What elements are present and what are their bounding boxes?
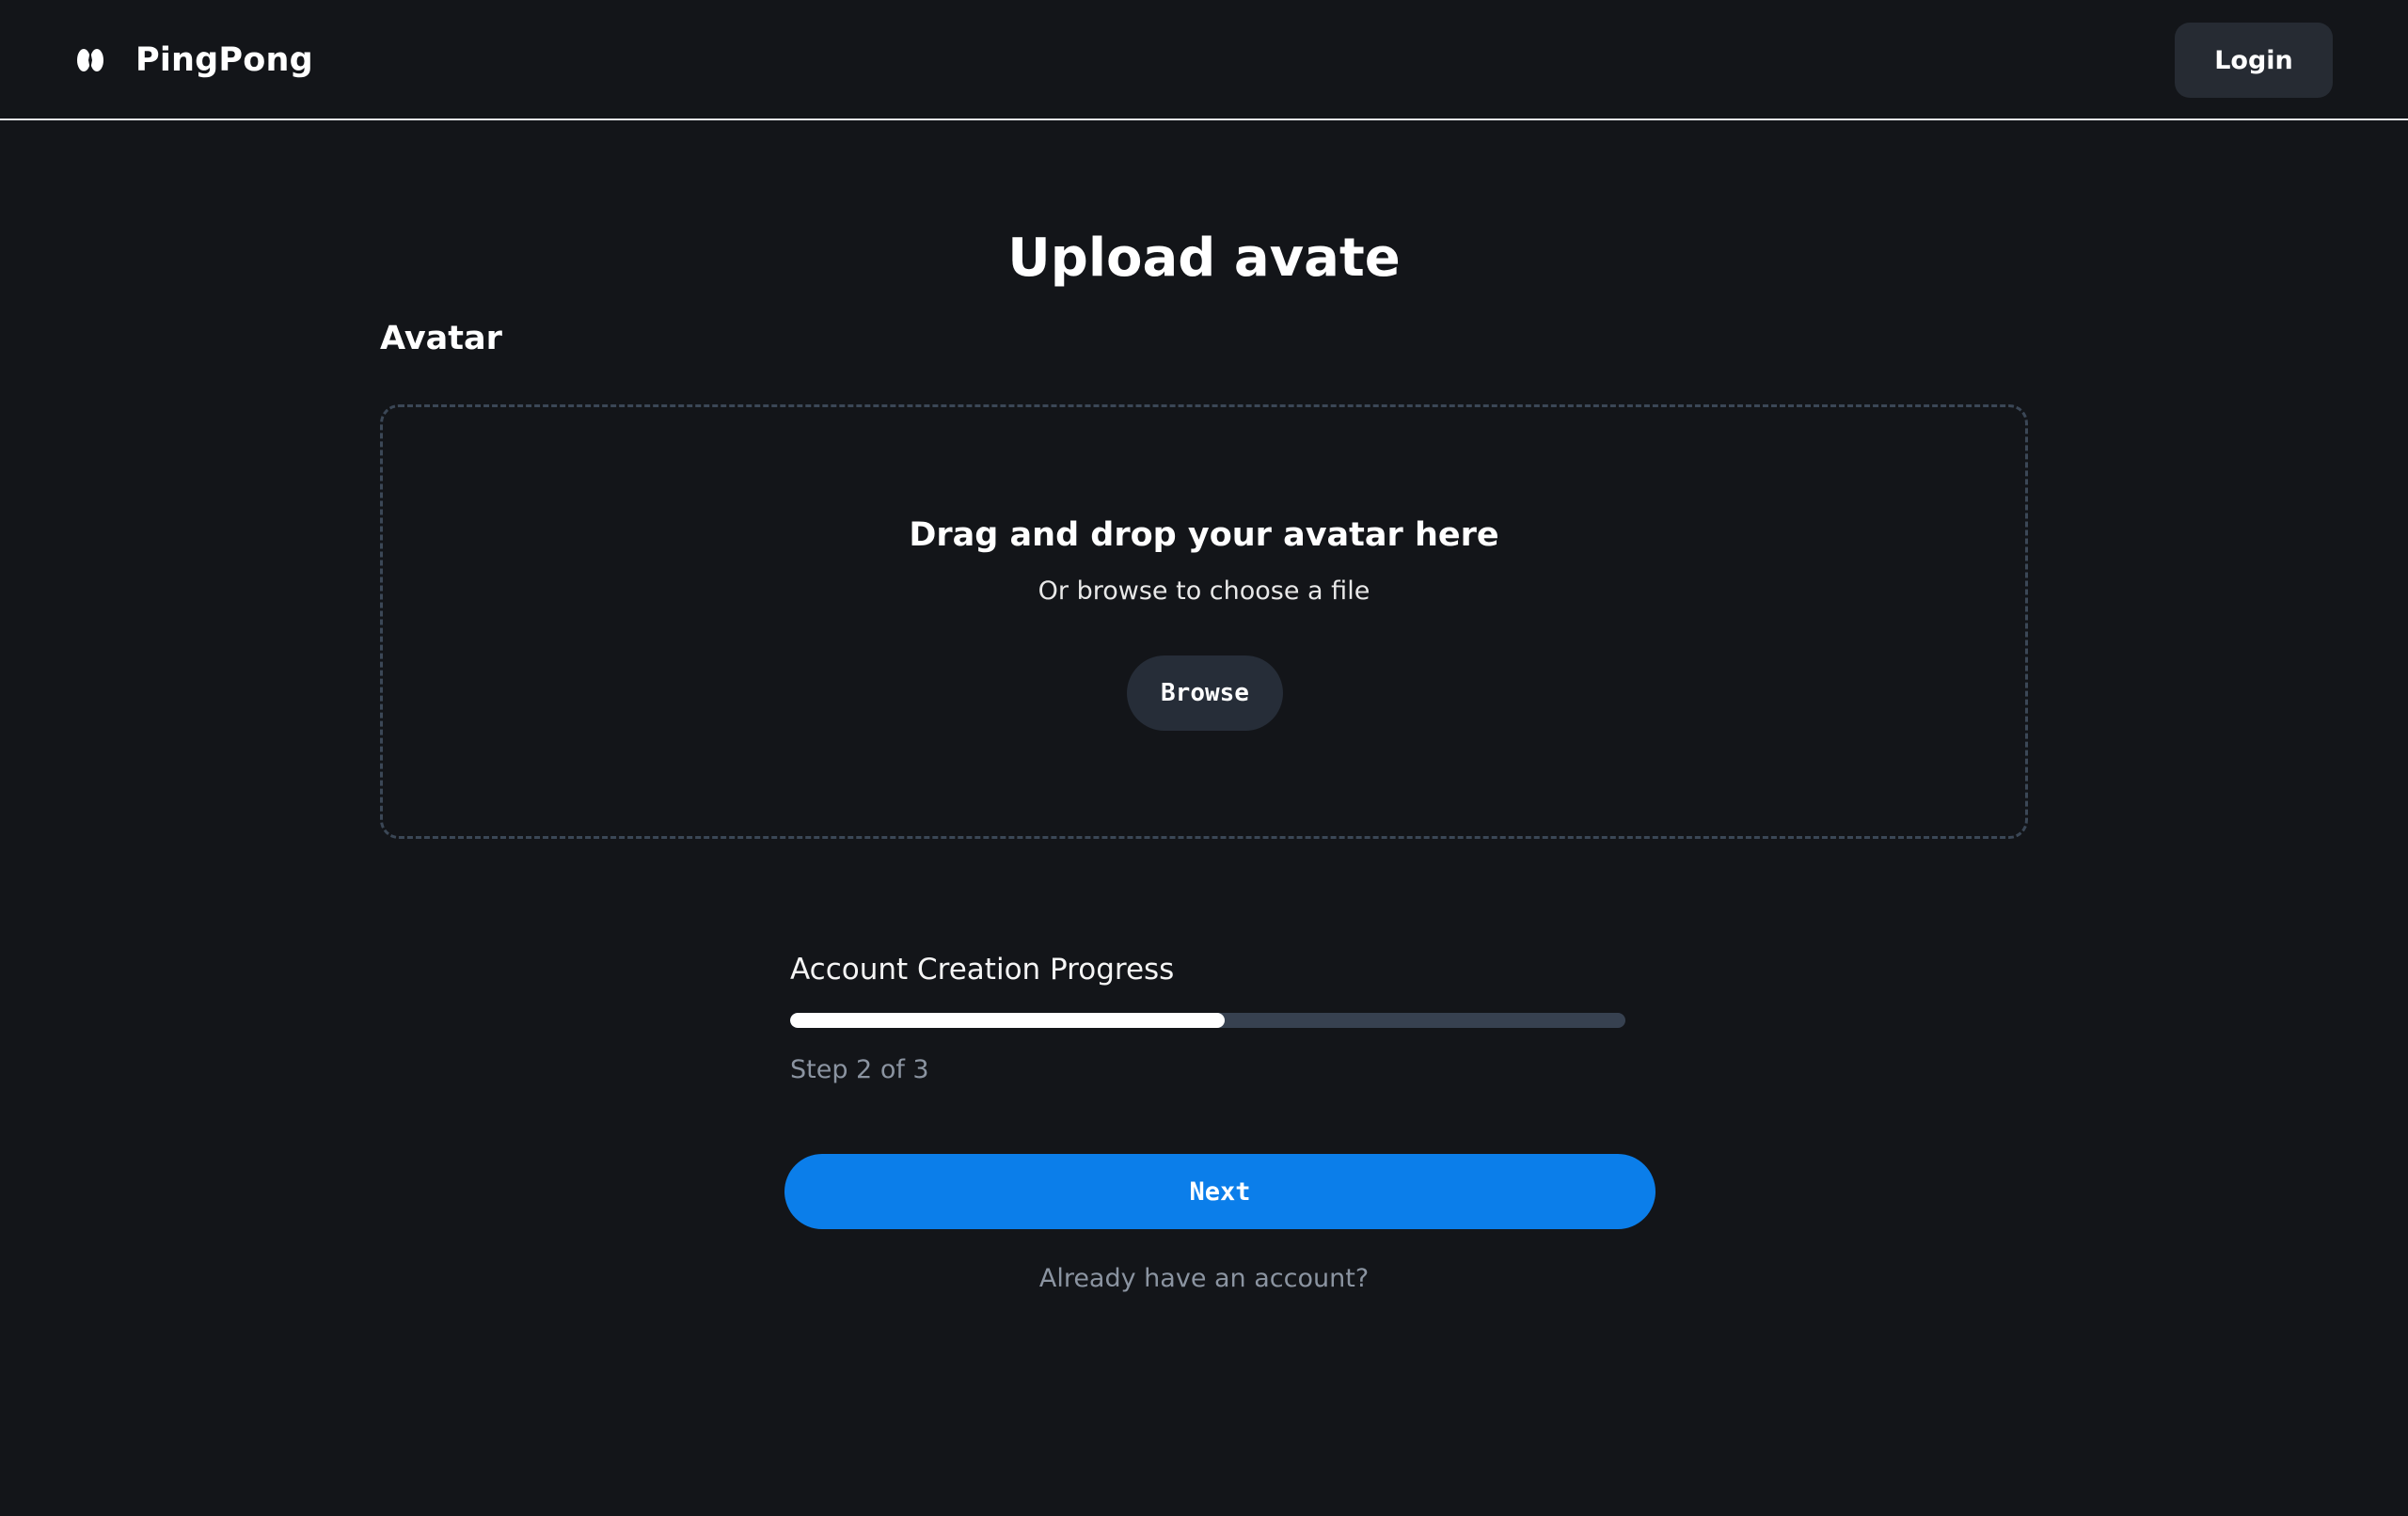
login-button[interactable]: Login	[2175, 23, 2333, 98]
dropzone-title: Drag and drop your avatar here	[909, 516, 1499, 554]
dropzone-subtitle: Or browse to choose a file	[1038, 576, 1370, 606]
pingpong-logo-icon	[77, 49, 103, 71]
top-header: PingPong Login	[0, 0, 2408, 120]
progress-bar	[790, 1013, 1625, 1028]
brand-name: PingPong	[135, 41, 313, 79]
avatar-section-label: Avatar	[380, 320, 502, 357]
avatar-dropzone[interactable]: Drag and drop your avatar here Or browse…	[380, 404, 2028, 839]
already-have-account-link[interactable]: Already have an account?	[0, 1260, 2408, 1298]
page-title: Upload avate	[1007, 228, 1401, 289]
brand[interactable]: PingPong	[75, 34, 313, 87]
browse-button[interactable]: Browse	[1127, 655, 1283, 731]
progress-step-text: Step 2 of 3	[790, 1055, 929, 1084]
progress-bar-fill	[790, 1013, 1225, 1028]
progress-label: Account Creation Progress	[790, 953, 1175, 987]
next-button[interactable]: Next	[784, 1154, 1656, 1229]
